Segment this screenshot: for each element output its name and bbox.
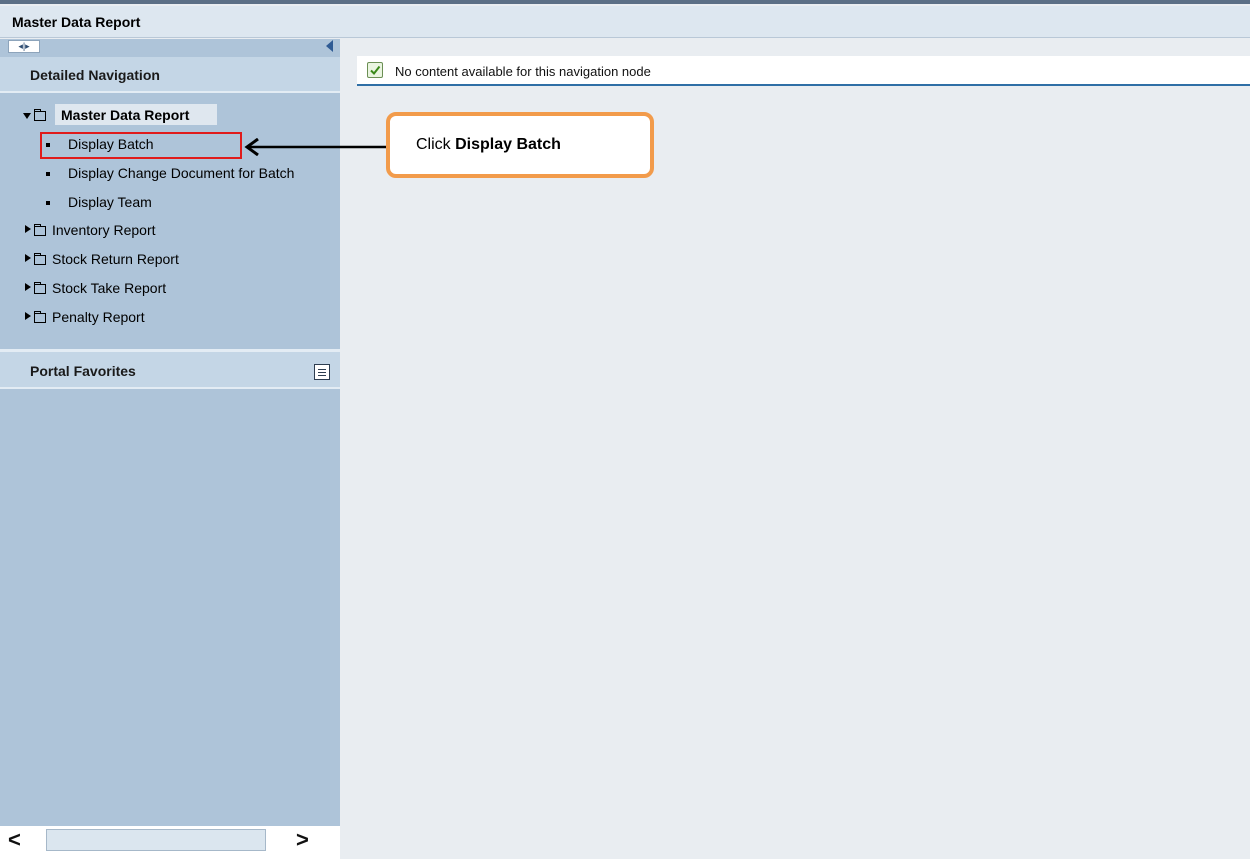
instruction-callout: Click Display Batch <box>386 112 654 178</box>
folder-icon <box>34 282 46 294</box>
tree-node-label: Stock Return Report <box>52 251 179 267</box>
expand-right-icon[interactable] <box>25 225 31 233</box>
sidebar-toolbar: ◂|▸ <box>0 39 340 55</box>
tree-node-stock-take-report[interactable]: Stock Take Report <box>0 276 340 300</box>
tree-item-display-change-document[interactable]: Display Change Document for Batch <box>0 161 340 185</box>
tree-node-label: Stock Take Report <box>52 280 167 296</box>
folder-icon <box>34 311 46 323</box>
collapse-panel-icon[interactable] <box>326 40 333 52</box>
success-check-icon <box>367 62 383 78</box>
window-titlebar: Master Data Report <box>0 6 1250 38</box>
detailed-navigation-panel: ◂|▸ Detailed Navigation Master Data Repo… <box>0 39 340 859</box>
top-border <box>0 0 1250 4</box>
tree-item-display-team[interactable]: Display Team <box>0 190 340 214</box>
content-message-bar: No content available for this navigation… <box>357 56 1250 86</box>
tree-item-label: Display Change Document for Batch <box>68 165 295 181</box>
folder-icon <box>34 224 46 236</box>
tree-node-penalty-report[interactable]: Penalty Report <box>0 305 340 329</box>
tree-node-stock-return-report[interactable]: Stock Return Report <box>0 247 340 271</box>
detailed-navigation-label: Detailed Navigation <box>30 67 160 83</box>
bullet-icon <box>46 172 50 176</box>
scroll-right-icon[interactable]: > <box>296 827 309 853</box>
edit-favorites-icon[interactable] <box>314 364 330 380</box>
callout-arrow <box>244 138 390 156</box>
tree-node-label: Penalty Report <box>52 309 145 325</box>
scrollbar-thumb[interactable] <box>46 829 266 851</box>
expand-right-icon[interactable] <box>25 283 31 291</box>
callout-text: Click Display Batch <box>416 136 561 153</box>
tree-node-inventory-report[interactable]: Inventory Report <box>0 218 340 242</box>
tree-item-label: Display Team <box>68 194 152 210</box>
tree-node-label: Inventory Report <box>52 222 156 238</box>
highlight-box-display-batch <box>40 132 242 159</box>
detailed-navigation-header[interactable]: Detailed Navigation <box>0 57 340 93</box>
folder-icon <box>34 109 46 121</box>
scroll-left-icon[interactable]: < <box>8 827 21 853</box>
portal-favorites-header[interactable]: Portal Favorites <box>0 349 340 389</box>
page-title: Master Data Report <box>12 14 141 30</box>
horizontal-scrollbar[interactable]: < > <box>0 826 340 859</box>
expand-right-icon[interactable] <box>25 254 31 262</box>
content-message: No content available for this navigation… <box>395 64 651 79</box>
expand-right-icon[interactable] <box>25 312 31 320</box>
tree-node-master-data-report[interactable]: Master Data Report <box>0 103 340 127</box>
scroll-left-right-icon[interactable]: ◂|▸ <box>8 40 40 53</box>
folder-icon <box>34 253 46 265</box>
bullet-icon <box>46 201 50 205</box>
expand-down-icon[interactable] <box>23 113 31 119</box>
tree-node-label: Master Data Report <box>61 107 190 123</box>
portal-favorites-label: Portal Favorites <box>30 363 136 379</box>
